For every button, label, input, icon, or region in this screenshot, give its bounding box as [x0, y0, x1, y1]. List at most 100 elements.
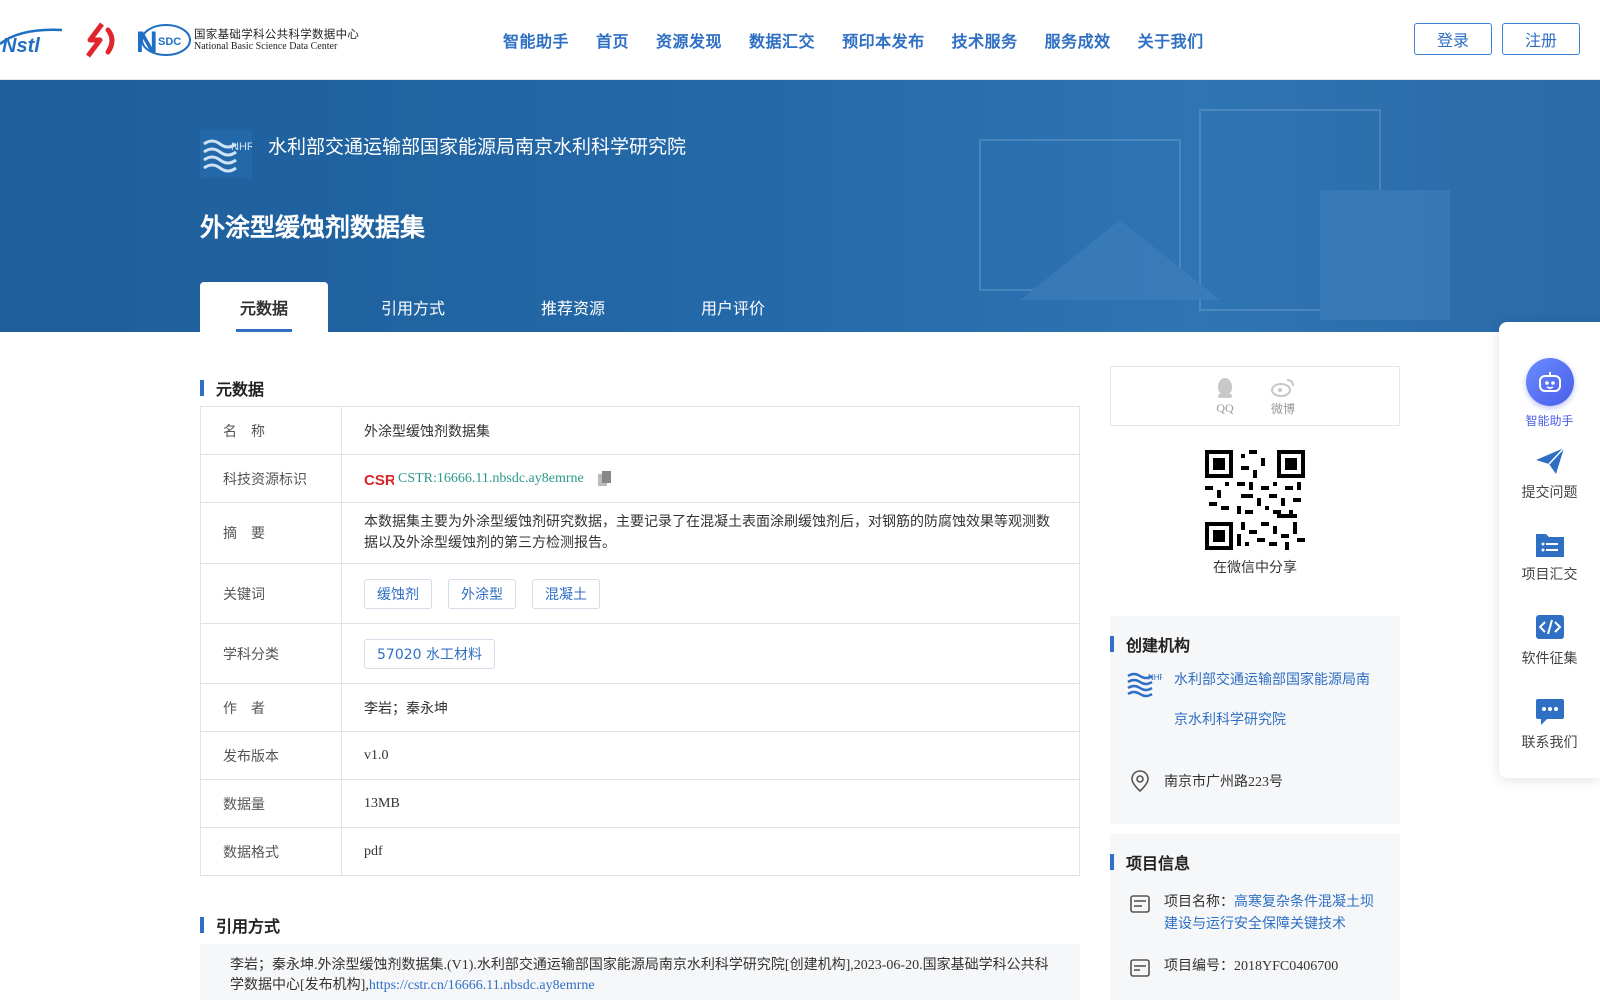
float-submit-question[interactable]: 提交问题: [1499, 446, 1600, 502]
project-id-label: 项目编号：: [1164, 959, 1234, 974]
float-submit-label: 提交问题: [1521, 485, 1578, 501]
wechat-share-caption: 在微信中分享: [1213, 560, 1297, 576]
casted-logo[interactable]: [80, 20, 120, 60]
row-key: 发布版本: [201, 732, 342, 779]
row-key: 数据量: [201, 780, 342, 827]
location-pin-icon: [1131, 770, 1149, 792]
nav-tech-service[interactable]: 技术服务: [952, 28, 1018, 52]
project-name: 项目名称：高寒复杂条件混凝土坝建设与运行安全保障关键技术: [1130, 892, 1374, 936]
citation-box: 李岩；秦永坤.外涂型缓蚀剂数据集.(V1).水利部交通运输部国家能源局南京水利科…: [200, 944, 1080, 1000]
org-address: 南京市广州路223号: [1130, 770, 1283, 792]
row-key: 关键词: [201, 564, 342, 623]
copy-icon[interactable]: [597, 470, 612, 487]
floating-service-panel: 智能助手 提交问题 项目汇交 软件征集 联系我们: [1499, 322, 1600, 778]
tab-citation[interactable]: 引用方式: [328, 282, 498, 332]
row-value: CSR CSTR:16666.11.nbsdc.ay8emrne: [342, 455, 1079, 502]
creator-org-link[interactable]: 水利部交通运输部国家能源局南 京水利科学研究院: [1174, 660, 1374, 740]
nav-discover[interactable]: 资源发现: [656, 28, 722, 52]
subject-tag[interactable]: 57020 水工材料: [364, 638, 495, 669]
row-value: 李岩；秦永坤: [364, 700, 448, 717]
svg-text:CSR: CSR: [364, 472, 394, 488]
row-value: 本数据集主要为外涂型缓蚀剂研究数据，主要记录了在混凝土表面涂刷缓蚀剂后，对钢筋的…: [364, 514, 1050, 551]
svg-text:NHRI: NHRI: [1148, 673, 1162, 682]
nav-preprint[interactable]: 预印本发布: [842, 28, 925, 52]
row-key: 摘 要: [201, 503, 342, 563]
wechat-qr-code: [1205, 450, 1305, 550]
table-row: 数据格式 pdf: [201, 828, 1079, 875]
nsdc-logo-cn: 国家基础学科公共科学数据中心: [194, 26, 360, 41]
row-key: 名 称: [201, 407, 342, 454]
tab-reviews[interactable]: 用户评价: [648, 282, 818, 332]
keyword-tag[interactable]: 外涂型: [448, 578, 516, 609]
nhri-logo: NHRI: [200, 130, 252, 178]
nsdc-logo-en: National Basic Science Data Center: [194, 40, 338, 52]
project-info-card: 项目信息 项目名称：高寒复杂条件混凝土坝建设与运行安全保障关键技术 项目编号：2…: [1110, 834, 1400, 1000]
citation-link[interactable]: https://cstr.cn/16666.11.nbsdc.ay8emrne: [369, 978, 595, 993]
float-project-label: 项目汇交: [1521, 567, 1578, 583]
keyword-tag[interactable]: 混凝土: [532, 578, 600, 609]
qq-icon: [1217, 377, 1232, 398]
table-row: 名 称 外涂型缓蚀剂数据集: [201, 407, 1079, 455]
nav-data-submit[interactable]: 数据汇交: [749, 28, 815, 52]
creator-org-heading: 创建机构: [1110, 632, 1190, 656]
row-key: 数据格式: [201, 828, 342, 875]
project-info-heading: 项目信息: [1110, 850, 1190, 874]
login-button[interactable]: 登录: [1414, 23, 1492, 55]
table-row: 关键词 缓蚀剂 外涂型 混凝土: [201, 564, 1079, 624]
svg-text:SDC: SDC: [158, 36, 181, 48]
share-weibo[interactable]: 微博: [1270, 376, 1295, 417]
float-project-submit[interactable]: 项目汇交: [1499, 530, 1600, 584]
svg-text:Nstl: Nstl: [2, 35, 40, 57]
table-row: 作 者 李岩；秦永坤: [201, 684, 1079, 732]
creator-org-line: 水利部交通运输部国家能源局南: [1174, 672, 1370, 688]
main-nav: 智能助手 首页 资源发现 数据汇交 预印本发布 技术服务 服务成效 关于我们: [503, 28, 1231, 52]
tab-metadata[interactable]: 元数据: [200, 282, 328, 332]
float-contact-label: 联系我们: [1521, 735, 1578, 751]
project-card-icon: [1130, 895, 1150, 913]
nsdc-logo-mark: N SDC: [136, 24, 191, 59]
cstr-logo-icon: CSR: [364, 472, 394, 488]
register-button[interactable]: 注册: [1502, 23, 1580, 55]
creator-org: NHRI 水利部交通运输部国家能源局南 京水利科学研究院: [1126, 668, 1374, 740]
citation-heading: 引用方式: [200, 913, 280, 937]
share-weibo-label: 微博: [1270, 401, 1295, 416]
tab-recommended[interactable]: 推荐资源: [498, 282, 648, 332]
project-id-value: 2018YFC0406700: [1234, 959, 1339, 974]
share-qq[interactable]: QQ: [1215, 377, 1235, 416]
nsdc-logo[interactable]: N SDC 国家基础学科公共科学数据中心 National Basic Scie…: [134, 20, 359, 60]
top-bar: Nstl N SDC 国家基础学科公共科学数据中心 National Basic…: [0, 0, 1600, 80]
nhri-logo-icon: NHRI: [1127, 672, 1162, 698]
share-bar: QQ 微博: [1110, 366, 1400, 426]
weibo-icon: [1270, 378, 1294, 397]
banner-decoration: [979, 109, 1450, 320]
table-row: 数据量 13MB: [201, 780, 1079, 828]
table-row: 摘 要 本数据集主要为外涂型缓蚀剂研究数据，主要记录了在混凝土表面涂刷缓蚀剂后，…: [201, 503, 1079, 564]
svg-text:NHRI: NHRI: [231, 141, 252, 153]
row-value: 13MB: [364, 795, 400, 811]
nav-about[interactable]: 关于我们: [1138, 28, 1204, 52]
nstl-logo[interactable]: Nstl: [0, 22, 66, 58]
row-key: 作 者: [201, 684, 342, 731]
table-row: 学科分类 57020 水工材料: [201, 624, 1079, 684]
share-qq-label: QQ: [1216, 400, 1234, 415]
chat-icon: [1535, 699, 1564, 725]
metadata-heading: 元数据: [200, 376, 264, 400]
citation-text: 李岩；秦永坤.外涂型缓蚀剂数据集.(V1).水利部交通运输部国家能源局南京水利科…: [230, 958, 1049, 993]
float-assistant[interactable]: 智能助手: [1499, 358, 1600, 429]
row-value: 57020 水工材料: [342, 624, 1079, 683]
nav-home[interactable]: 首页: [596, 28, 629, 52]
creator-org-card: 创建机构 NHRI 水利部交通运输部国家能源局南 京水利科学研究院 南京市广州路…: [1110, 616, 1400, 824]
banner-org-name[interactable]: 水利部交通运输部国家能源局南京水利科学研究院: [268, 132, 686, 159]
table-row: 发布版本 v1.0: [201, 732, 1079, 780]
table-row: 科技资源标识 CSR CSTR:16666.11.nbsdc.ay8emrne: [201, 455, 1079, 503]
float-contact-us[interactable]: 联系我们: [1499, 698, 1600, 752]
row-key: 科技资源标识: [201, 455, 342, 502]
keyword-tag[interactable]: 缓蚀剂: [364, 578, 432, 609]
float-software-collect[interactable]: 软件征集: [1499, 614, 1600, 668]
paper-plane-icon: [1535, 447, 1565, 474]
nav-outcomes[interactable]: 服务成效: [1045, 28, 1111, 52]
nav-assistant[interactable]: 智能助手: [503, 28, 569, 52]
float-software-label: 软件征集: [1521, 651, 1578, 667]
dataset-banner: NHRI 水利部交通运输部国家能源局南京水利科学研究院 外涂型缓蚀剂数据集 元数…: [0, 80, 1600, 332]
cstr-link[interactable]: CSTR:16666.11.nbsdc.ay8emrne: [398, 471, 584, 487]
